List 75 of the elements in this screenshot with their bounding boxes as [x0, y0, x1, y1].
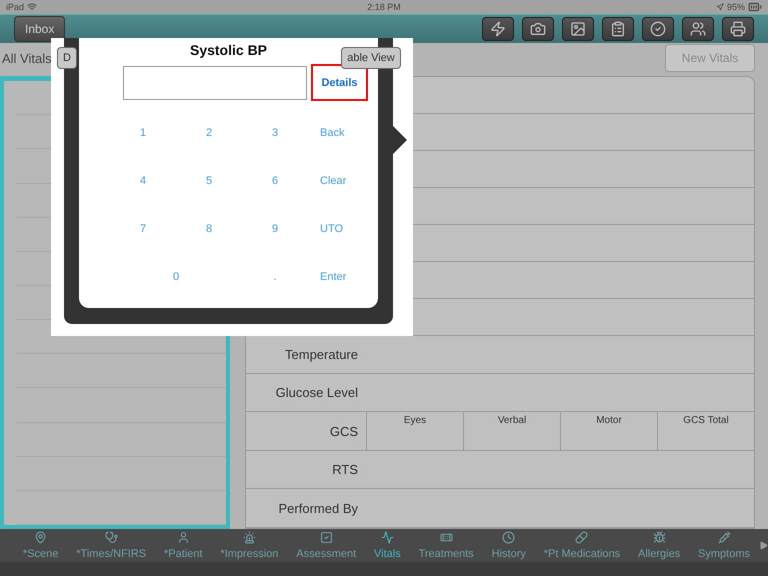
- page-title: All Vitals: [2, 50, 53, 66]
- segment-tab[interactable]: D: [57, 47, 77, 70]
- nav-tab[interactable]: *Times/NFIRS: [67, 529, 156, 562]
- gcs-column-header: Motor: [560, 412, 657, 450]
- scroll-right-icon[interactable]: [758, 541, 768, 550]
- stethoscope-icon: [104, 531, 118, 544]
- new-vitals-button[interactable]: New Vitals: [665, 44, 756, 72]
- row-label: Performed By: [278, 500, 359, 516]
- pulse-icon: [380, 531, 394, 544]
- keypad-key[interactable]: 1: [110, 109, 176, 157]
- camera-button[interactable]: [522, 16, 554, 41]
- device-name: iPad: [6, 2, 24, 12]
- value-input-field[interactable]: [123, 66, 307, 100]
- pill-icon: [575, 531, 588, 544]
- lightning-button[interactable]: [482, 16, 514, 41]
- image-button[interactable]: [562, 16, 594, 41]
- battery-icon: [748, 0, 762, 14]
- keypad-key[interactable]: 7: [110, 205, 176, 253]
- gcs-column-header: Verbal: [463, 412, 560, 450]
- gcs-column-header: Eyes: [366, 412, 463, 450]
- details-button[interactable]: Details: [311, 64, 368, 101]
- battery-percent: 95%: [726, 2, 745, 12]
- people-button[interactable]: [682, 16, 714, 41]
- location-icon: [716, 3, 724, 11]
- keypad-key[interactable]: 9: [242, 205, 308, 253]
- inbox-button[interactable]: Inbox: [14, 16, 66, 42]
- checkbox-icon: [320, 531, 333, 544]
- keypad-key[interactable]: .: [242, 253, 308, 301]
- clock-icon: [502, 531, 516, 544]
- keypad-key[interactable]: 2: [176, 109, 242, 157]
- keypad-key[interactable]: 0: [110, 253, 242, 301]
- keypad-key[interactable]: 4: [110, 157, 176, 205]
- keypad-key[interactable]: 6: [242, 157, 308, 205]
- nav-tab[interactable]: Assessment: [287, 529, 366, 562]
- nav-tab[interactable]: *Pt Medications: [534, 529, 630, 562]
- table-view-tab[interactable]: able View: [341, 47, 401, 70]
- keypad-key[interactable]: UTO: [308, 205, 374, 253]
- camera-icon: [530, 20, 546, 37]
- siren-icon: [242, 531, 256, 544]
- nav-tab[interactable]: Allergies: [629, 529, 690, 562]
- bandage-icon: [440, 531, 453, 544]
- bug-icon: [652, 531, 666, 544]
- pin-icon: [34, 531, 48, 544]
- row-label: Temperature: [284, 347, 359, 362]
- wifi-icon: [27, 2, 38, 12]
- clock-time: 2:18 PM: [367, 2, 401, 12]
- image-icon: [570, 20, 586, 37]
- clipboard-icon: [610, 20, 626, 37]
- keypad-key[interactable]: Enter: [308, 253, 374, 301]
- nav-tab[interactable]: Vitals: [365, 529, 410, 562]
- row-label: GCS: [328, 424, 359, 439]
- nav-tab[interactable]: Treatments: [410, 529, 483, 562]
- nav-tab[interactable]: *Patient: [155, 529, 212, 562]
- nav-tab[interactable]: *Scene: [14, 529, 68, 562]
- keypad-key[interactable]: 3: [242, 109, 308, 157]
- nav-tab[interactable]: Symptoms: [689, 529, 759, 562]
- keypad-key[interactable]: Back: [308, 109, 374, 157]
- keypad-key[interactable]: 8: [176, 205, 242, 253]
- row-label: Glucose Level: [274, 385, 359, 400]
- printer-button[interactable]: [722, 16, 754, 41]
- nav-tab[interactable]: History: [482, 529, 535, 562]
- syringe-icon: [718, 531, 731, 544]
- checkmark-icon: [650, 20, 666, 37]
- popover-title: Systolic BP: [190, 42, 268, 58]
- keypad-key[interactable]: 5: [176, 157, 242, 205]
- person-icon: [176, 531, 190, 544]
- printer-icon: [730, 20, 746, 37]
- lightning-icon: [490, 20, 506, 37]
- clipboard-button[interactable]: [602, 16, 634, 41]
- people-icon: [690, 20, 706, 37]
- row-label: RTS: [331, 462, 359, 478]
- gcs-column-header: GCS Total: [657, 412, 754, 450]
- checkmark-button[interactable]: [642, 16, 674, 41]
- nav-tab[interactable]: *Impression: [211, 529, 288, 562]
- keypad-key[interactable]: Clear: [308, 157, 374, 205]
